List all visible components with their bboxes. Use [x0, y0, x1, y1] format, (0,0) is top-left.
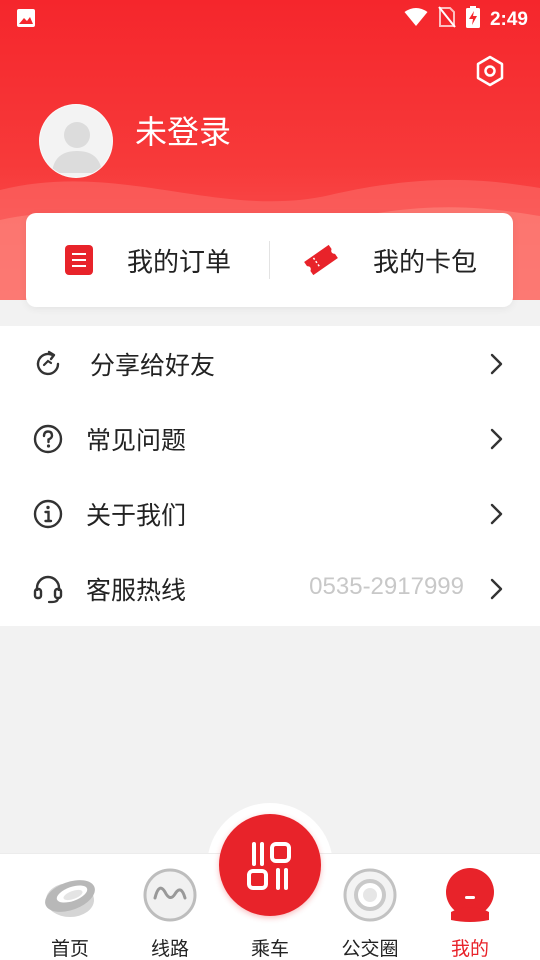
my-wallet-label: 我的卡包 — [373, 247, 478, 278]
headset-icon — [32, 573, 64, 605]
my-orders-label: 我的订单 — [127, 247, 232, 278]
ticket-icon — [304, 244, 338, 276]
tab-mine[interactable]: 我的 — [420, 854, 520, 960]
bus-circle-icon — [341, 866, 399, 928]
info-circle-icon — [32, 498, 64, 530]
hotline-number[interactable]: 0535-2917999 — [309, 573, 464, 601]
card-divider — [269, 241, 270, 279]
menu-row-faq[interactable]: 常见问题 — [0, 401, 540, 476]
tab-routes-label: 线路 — [150, 938, 189, 960]
ride-qr-button[interactable] — [219, 814, 321, 916]
settings-button[interactable] — [472, 53, 508, 89]
tab-ride-label: 乘车 — [250, 938, 289, 960]
default-user-icon — [52, 122, 102, 173]
tab-home[interactable]: 首页 — [20, 854, 120, 960]
orders-icon — [65, 245, 93, 275]
chevron-right-icon — [487, 428, 507, 450]
no-sim-icon — [438, 6, 456, 33]
qr-code-icon — [247, 842, 291, 890]
my-wallet-button[interactable]: 我的卡包 — [302, 213, 477, 307]
menu-row-hotline[interactable]: 客服热线 0535-2917999 — [0, 551, 540, 626]
my-orders-button[interactable]: 我的订单 — [64, 213, 231, 307]
hotline-label: 客服热线 — [86, 576, 187, 605]
tab-home-label: 首页 — [50, 938, 89, 960]
gallery-notification-icon — [16, 8, 36, 33]
status-time: 2:49 — [489, 8, 528, 30]
tab-bus-circle-label: 公交圈 — [341, 938, 399, 960]
faq-label: 常见问题 — [86, 426, 187, 455]
share-refresh-icon — [32, 348, 64, 380]
profile-icon — [441, 866, 499, 928]
route-icon — [141, 866, 199, 928]
login-status-label[interactable]: 未登录 — [135, 107, 231, 153]
settings-menu: 分享给好友 常见问题 关于我们 客服热线 0535-2917999 — [0, 326, 540, 626]
tab-mine-label: 我的 — [450, 938, 489, 960]
menu-row-about[interactable]: 关于我们 — [0, 476, 540, 551]
question-circle-icon — [32, 423, 64, 455]
chevron-right-icon — [487, 503, 507, 525]
tab-routes[interactable]: 线路 — [120, 854, 220, 960]
chevron-right-icon — [487, 578, 507, 600]
wifi-icon — [404, 7, 428, 32]
share-label: 分享给好友 — [90, 351, 216, 380]
home-icon — [39, 866, 101, 932]
avatar[interactable] — [39, 104, 113, 178]
about-label: 关于我们 — [86, 501, 187, 530]
settings-hexagon-icon — [476, 55, 504, 87]
chevron-right-icon — [487, 353, 507, 375]
tab-bus-circle[interactable]: 公交圈 — [320, 854, 420, 960]
quick-actions-card: 我的订单 我的卡包 — [26, 213, 513, 307]
menu-row-share[interactable]: 分享给好友 — [0, 326, 540, 401]
battery-charging-icon — [465, 6, 480, 33]
status-bar: 2:49 — [0, 0, 540, 36]
